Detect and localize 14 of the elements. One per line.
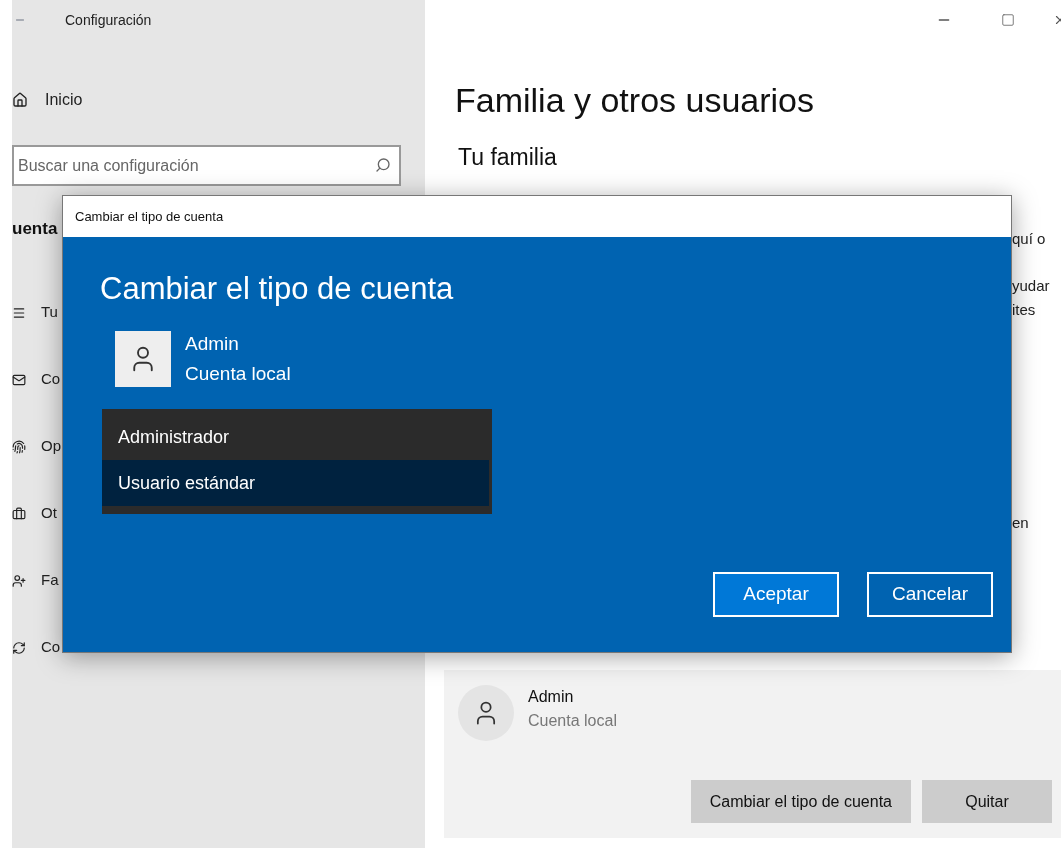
account-name: Admin [528,687,575,707]
account-name: Admin [185,332,240,356]
section-title: Tu familia [458,143,557,172]
text-fragment: ites [1012,300,1037,320]
page-title: Familia y otros usuarios [455,80,814,121]
text-fragment: quí o [1012,229,1047,249]
account-type: Cuenta local [528,711,617,731]
section-heading: uenta [12,218,58,241]
account-type: Cuenta local [185,362,291,386]
dialog-title: Cambiar el tipo de cuenta [75,207,224,226]
dialog-heading: Cambiar el tipo de cuenta [100,270,454,308]
text-fragment: yudar [1012,276,1051,296]
window-title: Configuración [65,10,152,30]
text-fragment: en [1012,513,1030,533]
